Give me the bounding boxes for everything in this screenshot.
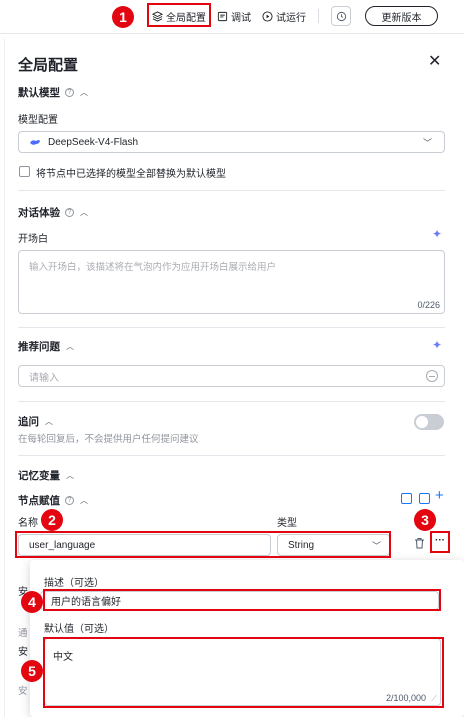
default-model-title: 默认模型	[18, 87, 60, 99]
trial-run-button[interactable]: 试运行	[262, 6, 306, 26]
resize-handle-icon[interactable]: ⟋	[431, 694, 437, 704]
update-version-button[interactable]: 更新版本	[365, 6, 438, 26]
update-version-label: 更新版本	[381, 12, 422, 24]
export-icon[interactable]	[419, 493, 430, 504]
debug-button[interactable]: 调试	[217, 6, 251, 26]
variable-type-value: String	[288, 539, 315, 551]
global-config-button[interactable]: 全局配置	[152, 6, 206, 26]
chevron-down-icon: ﹀	[371, 541, 381, 551]
help-icon[interactable]: ?	[65, 208, 74, 217]
annotation-badge-2: 2	[41, 509, 63, 531]
node-assign-title: 节点赋值	[18, 495, 60, 507]
toolbar-divider	[318, 9, 319, 23]
chevron-up-icon[interactable]: ︿	[80, 207, 88, 218]
dialog-experience-section[interactable]: 对话体验 ? ︿	[18, 205, 88, 220]
chevron-up-icon[interactable]: ︿	[80, 87, 88, 98]
chevron-up-icon[interactable]: ︿	[80, 495, 88, 506]
variable-name-input[interactable]: user_language	[18, 534, 271, 556]
opening-textarea[interactable]: 输入开场白，该描述将在气泡内作为应用开场白展示给用户 0/226	[18, 250, 445, 314]
model-config-label: 模型配置	[18, 115, 58, 126]
description-label: 描述（可选）	[44, 578, 104, 589]
annotation-badge-4: 4	[21, 591, 43, 613]
partial-label: 安	[18, 647, 28, 658]
annotation-badge-5: 5	[21, 660, 43, 682]
dialog-experience-title: 对话体验	[18, 207, 60, 219]
divider	[18, 190, 445, 191]
chevron-up-icon[interactable]: ︿	[66, 470, 74, 481]
default-value-text: 中文	[53, 652, 73, 663]
debug-label: 调试	[231, 12, 251, 24]
panel-title: 全局配置	[18, 57, 79, 74]
follow-up-title: 追问	[18, 416, 39, 428]
replace-model-checkbox[interactable]	[19, 166, 30, 177]
memory-section[interactable]: 记忆变量 ︿	[18, 468, 74, 483]
ai-sparkle-icon[interactable]: ✦	[432, 227, 442, 241]
delete-icon[interactable]	[414, 537, 425, 552]
default-value-label: 默认值（可选）	[44, 624, 114, 635]
add-icon[interactable]: +	[435, 488, 444, 504]
model-select[interactable]: DeepSeek-V4-Flash ﹀	[18, 131, 445, 153]
name-column-header: 名称	[18, 518, 38, 529]
recommended-title: 推荐问题	[18, 341, 60, 353]
annotation-badge-3: 3	[414, 509, 436, 531]
default-model-section[interactable]: 默认模型 ? ︿	[18, 85, 88, 100]
model-select-value: DeepSeek-V4-Flash	[48, 136, 139, 148]
chevron-up-icon[interactable]: ︿	[66, 341, 74, 352]
close-icon[interactable]: ✕	[428, 54, 441, 70]
partial-label: 安	[18, 686, 28, 697]
partial-label: 通	[18, 628, 28, 639]
minus-circle-icon[interactable]	[426, 370, 438, 382]
opening-label: 开场白	[18, 234, 48, 245]
opening-placeholder: 输入开场白，该描述将在气泡内作为应用开场白展示给用户	[29, 262, 277, 273]
opening-counter: 0/226	[417, 300, 440, 310]
recommended-input[interactable]: 请输入	[18, 365, 445, 387]
history-button[interactable]	[331, 6, 351, 26]
help-icon[interactable]: ?	[65, 496, 74, 505]
history-icon	[336, 11, 346, 21]
description-value: 用户的语言偏好	[51, 597, 121, 608]
toggle-knob	[416, 416, 428, 428]
default-value-counter: 2/100,000	[385, 693, 426, 703]
divider	[18, 401, 445, 402]
global-config-label: 全局配置	[166, 12, 206, 24]
recommended-placeholder: 请输入	[29, 372, 59, 384]
divider	[18, 327, 445, 328]
variable-name-value: user_language	[29, 539, 96, 551]
more-icon[interactable]: ···	[432, 535, 448, 551]
variable-type-select[interactable]: String ﹀	[277, 534, 390, 556]
memory-title: 记忆变量	[18, 470, 60, 482]
divider	[18, 455, 445, 456]
help-icon[interactable]: ?	[65, 88, 74, 97]
replace-model-label: 将节点中已选择的模型全部替换为默认模型	[36, 169, 226, 180]
annotation-badge-1: 1	[112, 6, 134, 28]
description-input[interactable]: 用户的语言偏好	[40, 591, 439, 610]
ai-sparkle-icon[interactable]: ✦	[432, 338, 442, 352]
node-assign-section[interactable]: 节点赋值 ? ︿	[18, 493, 88, 508]
follow-up-description: 在每轮回复后，不会提供用户任何提问建议	[18, 434, 199, 445]
follow-up-section[interactable]: 追问 ︿	[18, 414, 53, 429]
import-icon[interactable]	[401, 493, 412, 504]
trial-run-label: 试运行	[276, 12, 306, 24]
layers-icon	[152, 10, 163, 22]
recommended-section[interactable]: 推荐问题 ︿	[18, 339, 74, 354]
play-circle-icon	[262, 10, 273, 22]
top-toolbar: 全局配置 调试 试运行 更新版本	[0, 0, 464, 34]
type-column-header: 类型	[277, 518, 297, 529]
follow-up-toggle[interactable]	[414, 414, 444, 430]
default-value-textarea[interactable]: 中文 2/100,000 ⟋	[44, 638, 441, 706]
chevron-up-icon[interactable]: ︿	[45, 416, 53, 427]
chevron-down-icon: ﹀	[422, 138, 432, 148]
deepseek-logo-icon	[30, 139, 40, 145]
debug-icon	[217, 11, 228, 21]
